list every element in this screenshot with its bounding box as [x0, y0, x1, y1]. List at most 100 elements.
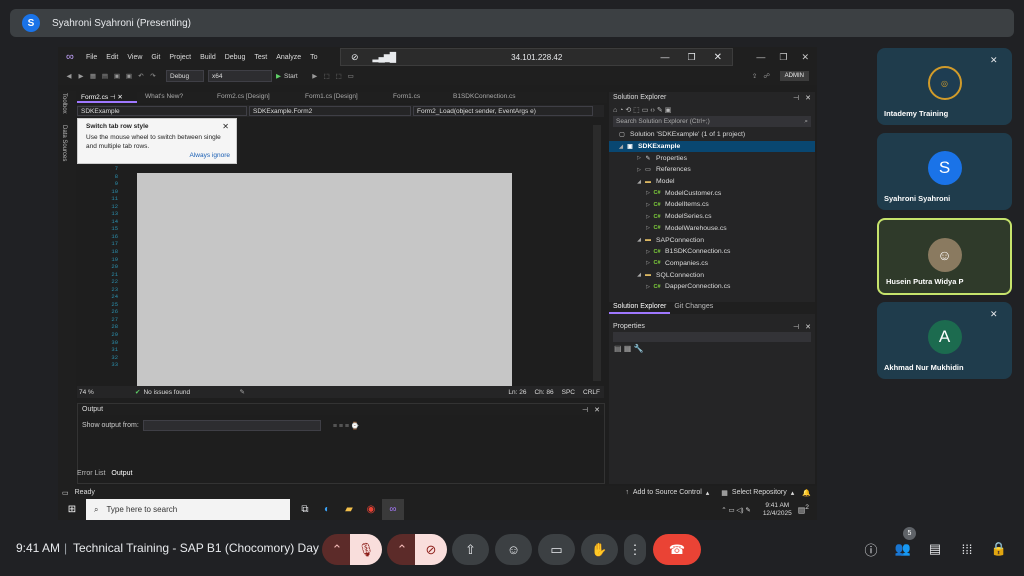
- notification-center-icon[interactable]: ▤2: [798, 504, 809, 515]
- present-screen-button[interactable]: ⇧: [452, 534, 489, 565]
- audio-options-button[interactable]: ⌃: [322, 534, 352, 565]
- task-view-icon[interactable]: ⧉: [294, 499, 316, 520]
- start-button[interactable]: Start: [284, 73, 298, 80]
- tab-form2-cs[interactable]: Form2.cs ⊣ ✕: [77, 92, 137, 103]
- project-node[interactable]: ◢ ▣ SDKExample: [609, 140, 815, 153]
- expand-icon[interactable]: ◢: [635, 272, 643, 278]
- search-icon[interactable]: ⌕: [804, 118, 808, 126]
- select-repository[interactable]: Select Repository: [732, 489, 787, 496]
- undo-icon[interactable]: ↶: [136, 72, 146, 80]
- expand-icon[interactable]: ▷: [644, 249, 652, 255]
- menu-test[interactable]: Test: [254, 54, 267, 61]
- tree-item[interactable]: ◢ ▬ SQLConnection: [609, 269, 815, 281]
- expand-icon[interactable]: ▷: [635, 155, 643, 161]
- meeting-info-icon[interactable]: ⓘ: [862, 540, 880, 558]
- tree-item[interactable]: ◢ ▬ SAPConnection: [609, 234, 815, 246]
- add-source-control[interactable]: Add to Source Control: [633, 489, 702, 496]
- toolbar-icon-d[interactable]: ▭: [346, 72, 356, 80]
- expand-icon[interactable]: ▷: [644, 214, 652, 220]
- tab-close-icon[interactable]: ✕: [117, 94, 122, 101]
- taskbar-search[interactable]: ⌕ Type here to search: [86, 499, 290, 520]
- remote-close-icon[interactable]: ✕: [714, 52, 722, 63]
- tree-item[interactable]: ◢ ▬ Model: [609, 176, 815, 188]
- tab-b1sdk-connection[interactable]: B1SDKConnection.cs: [449, 92, 539, 103]
- tab-solution-explorer[interactable]: Solution Explorer: [609, 302, 671, 314]
- back-icon[interactable]: ◀: [64, 72, 74, 80]
- output-window-icon[interactable]: ▭: [62, 489, 69, 497]
- participant-tile-husein[interactable]: ☺ Husein Putra Widya P: [877, 218, 1012, 295]
- toolbar-icon-a[interactable]: ▶: [310, 72, 320, 80]
- camera-toggle-button[interactable]: ⊘: [415, 534, 447, 565]
- host-controls-icon[interactable]: 🔒: [990, 540, 1008, 558]
- chat-icon[interactable]: ▤: [926, 540, 944, 558]
- live-share-icon[interactable]: ⇪: [750, 72, 760, 80]
- save-all-icon[interactable]: ▣: [124, 72, 134, 80]
- visual-studio-taskbar-icon[interactable]: ∞: [382, 499, 404, 520]
- menu-build[interactable]: Build: [200, 54, 216, 61]
- toolbox-tab[interactable]: Toolbox: [61, 93, 67, 114]
- raise-hand-button[interactable]: ✋: [581, 534, 618, 565]
- tab-form1-design[interactable]: Form1.cs [Design]: [301, 92, 385, 103]
- tab-form1-cs[interactable]: Form1.cs: [389, 92, 445, 103]
- tree-item[interactable]: ▷ ▭ References: [609, 164, 815, 176]
- properties-pin-icon[interactable]: ⊣: [793, 323, 799, 331]
- menu-edit[interactable]: Edit: [106, 54, 118, 61]
- tab-output[interactable]: Output: [111, 470, 132, 481]
- menu-analyze[interactable]: Analyze: [276, 54, 301, 61]
- form-design-surface[interactable]: [137, 173, 512, 387]
- video-options-button[interactable]: ⌃: [387, 534, 417, 565]
- captions-button[interactable]: ▭: [538, 534, 575, 565]
- feedback-icon[interactable]: ☍: [762, 72, 772, 80]
- tree-item[interactable]: ▷ C# ModelSeries.cs: [609, 211, 815, 223]
- windows-start-icon[interactable]: ⊞: [58, 499, 86, 520]
- leave-call-button[interactable]: ☎: [653, 534, 701, 565]
- open-icon[interactable]: ▤: [100, 72, 110, 80]
- tree-item[interactable]: ▷ C# DapperConnection.cs: [609, 281, 815, 293]
- toolbar-icon-b[interactable]: ⬚: [322, 72, 332, 80]
- activities-icon[interactable]: ⁞⁞⁞: [958, 540, 976, 558]
- notification-bell-icon[interactable]: 🔔: [802, 489, 811, 497]
- editor-vertical-scrollbar[interactable]: [593, 125, 601, 381]
- menu-git[interactable]: Git: [151, 54, 160, 61]
- taskbar-clock[interactable]: 9:41 AM 12/4/2025: [763, 502, 792, 518]
- tray-icons[interactable]: ⌃ ▭ ◁) ✎: [721, 506, 751, 514]
- properties-close-icon[interactable]: ✕: [805, 323, 811, 331]
- reactions-button[interactable]: ☺: [495, 534, 532, 565]
- start-icon[interactable]: ▶: [276, 72, 281, 80]
- save-icon[interactable]: ▣: [112, 72, 122, 80]
- expand-icon[interactable]: ▷: [644, 225, 652, 231]
- tab-whats-new[interactable]: What's New?: [141, 92, 209, 103]
- close-icon[interactable]: ✕: [801, 52, 809, 63]
- zoom-level[interactable]: 74 %: [79, 389, 135, 396]
- tree-item[interactable]: ▷ C# ModelCustomer.cs: [609, 187, 815, 199]
- pin-icon[interactable]: ⊣: [110, 94, 116, 101]
- platform-select[interactable]: x64: [208, 70, 272, 82]
- menu-tools[interactable]: To: [310, 54, 317, 61]
- properties-object-select[interactable]: [613, 332, 811, 342]
- always-ignore-link[interactable]: Always ignore: [190, 152, 230, 159]
- restore-icon[interactable]: ❐: [779, 52, 787, 63]
- expand-icon[interactable]: ◢: [617, 144, 625, 150]
- tab-error-list[interactable]: Error List: [77, 470, 105, 481]
- solution-root[interactable]: ▢ Solution 'SDKExample' (1 of 1 project): [609, 129, 815, 141]
- data-sources-tab[interactable]: Data Sources: [61, 125, 67, 161]
- tree-item[interactable]: ▷ C# B1SDKConnection.cs: [609, 246, 815, 258]
- project-dropdown[interactable]: SDKExample: [77, 106, 247, 116]
- tree-item[interactable]: ▷ C# ModelWarehouse.cs: [609, 223, 815, 235]
- participant-tile-intademy[interactable]: ◎ ✕ Intademy Training: [877, 48, 1012, 125]
- expand-icon[interactable]: ◢: [635, 179, 643, 185]
- solution-pin-icon[interactable]: ⊣: [793, 94, 799, 102]
- tree-item[interactable]: ▷ C# Companies.cs: [609, 258, 815, 270]
- people-icon[interactable]: 👥: [894, 540, 912, 558]
- solution-search-input[interactable]: Search Solution Explorer (Ctrl+;) ⌕: [613, 116, 811, 127]
- file-explorer-icon[interactable]: ▰: [338, 499, 360, 520]
- edge-icon[interactable]: ◐: [316, 499, 338, 520]
- remote-minimize-icon[interactable]: —: [661, 52, 670, 62]
- chrome-icon[interactable]: ◉: [360, 499, 382, 520]
- menu-debug[interactable]: Debug: [225, 54, 246, 61]
- expand-icon[interactable]: ▷: [635, 167, 643, 173]
- tree-item[interactable]: ▷ C# ModelItems.cs: [609, 199, 815, 211]
- mic-toggle-button[interactable]: 🎙: [350, 534, 382, 565]
- config-select[interactable]: Debug: [166, 70, 204, 82]
- forward-icon[interactable]: ▶: [76, 72, 86, 80]
